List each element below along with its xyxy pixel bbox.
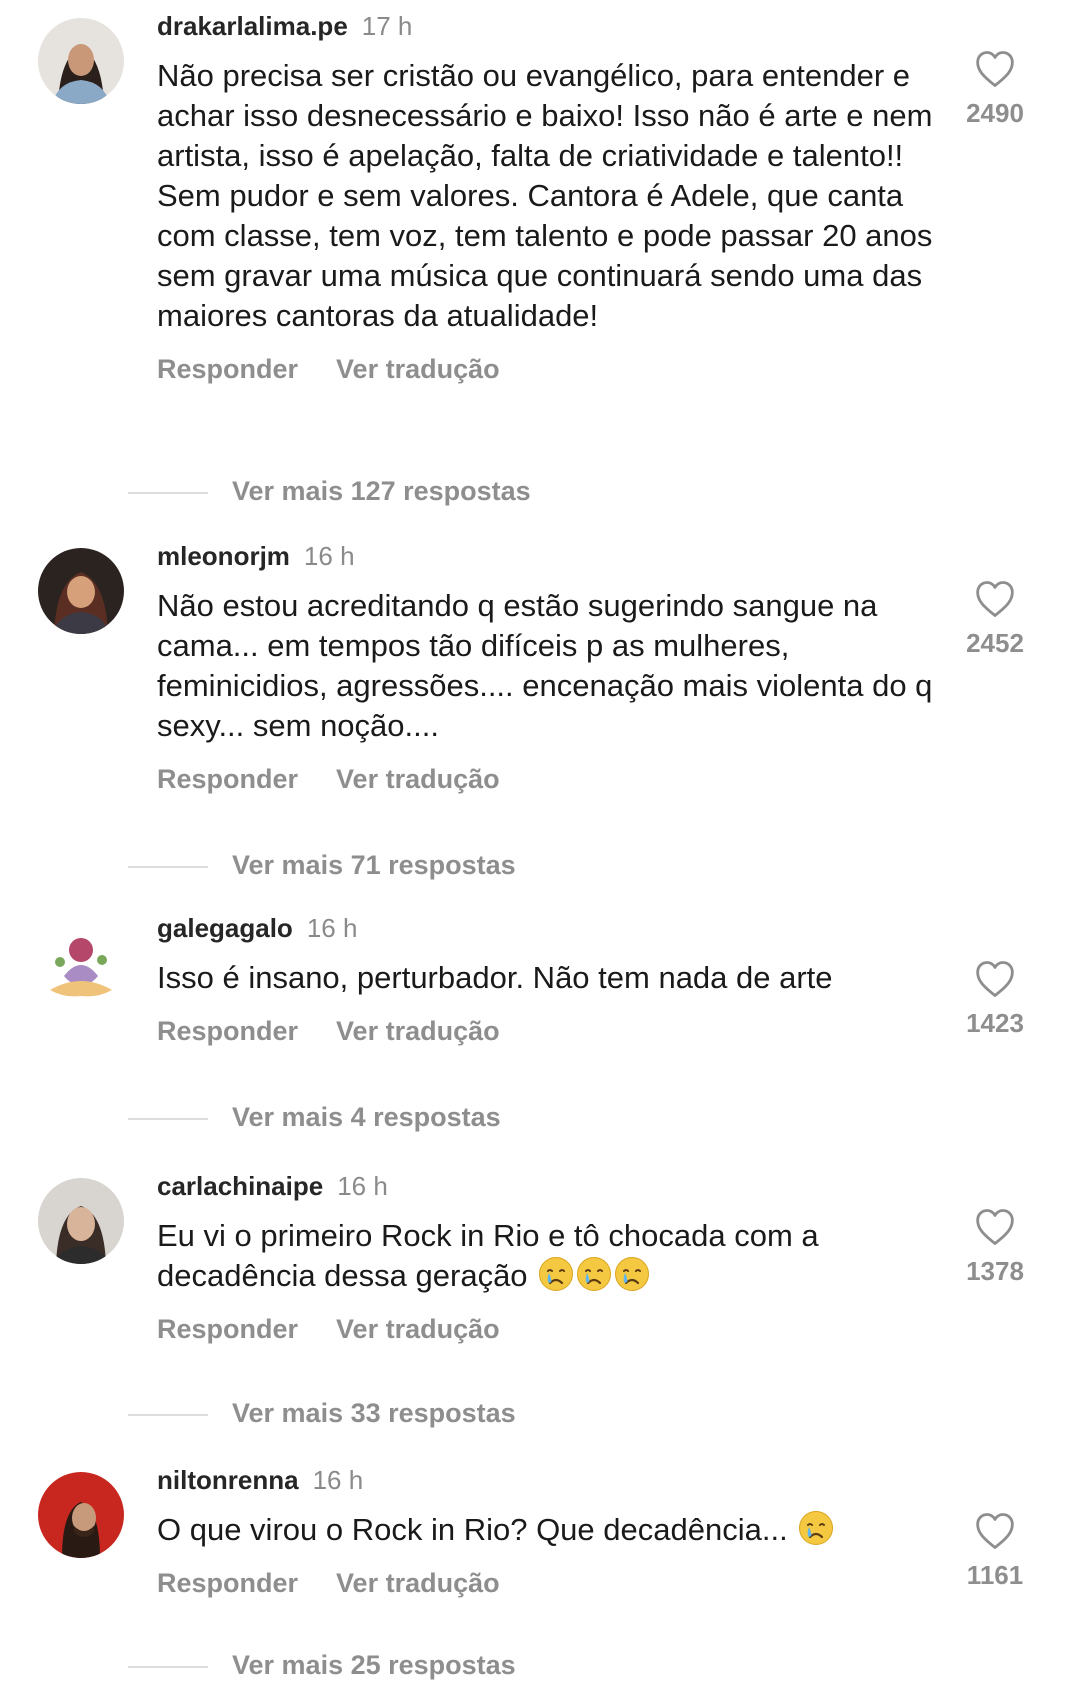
reply-button[interactable]: Responder: [157, 764, 298, 795]
timestamp: 16 h: [306, 913, 358, 943]
like-button[interactable]: 1423: [950, 960, 1040, 1039]
view-replies-label: Ver mais 33 respostas: [232, 1398, 516, 1428]
like-count: 1378: [966, 1256, 1024, 1286]
username[interactable]: galegagalo: [157, 913, 293, 943]
heart-icon: [975, 1208, 1015, 1246]
reply-button[interactable]: Responder: [157, 1568, 298, 1599]
view-replies-label: Ver mais 71 respostas: [232, 850, 516, 880]
username[interactable]: drakarlalima.pe: [157, 11, 348, 41]
translate-button[interactable]: Ver tradução: [336, 1568, 500, 1599]
timestamp: 16 h: [337, 1171, 388, 1201]
avatar-image: [38, 920, 124, 1006]
reply-button[interactable]: Responder: [157, 354, 298, 385]
replies-divider: [128, 491, 208, 494]
like-button[interactable]: 2452: [950, 580, 1040, 659]
heart-icon: [975, 580, 1015, 618]
like-count: 1423: [966, 1008, 1024, 1038]
crying-face-icon: [798, 1510, 834, 1546]
reply-button[interactable]: Responder: [157, 1314, 298, 1345]
replies-divider: [128, 1665, 208, 1668]
timestamp: 16 h: [312, 1465, 364, 1495]
username[interactable]: carlachinaipe: [157, 1171, 323, 1201]
avatar[interactable]: [38, 18, 124, 104]
replies-divider: [128, 1413, 208, 1416]
comment-text: Isso é insano, perturbador. Não tem nada…: [157, 960, 833, 995]
username[interactable]: mleonorjm: [157, 541, 290, 571]
crying-face-icon: [614, 1256, 650, 1292]
comment-text: Eu vi o primeiro Rock in Rio e tô chocad…: [157, 1216, 947, 1296]
comment-text-body: O que virou o Rock in Rio? Que decadênci…: [157, 1512, 788, 1547]
heart-icon: [975, 960, 1015, 998]
crying-face-icon: [576, 1256, 612, 1292]
translate-button[interactable]: Ver tradução: [336, 1314, 500, 1345]
replies-divider: [128, 865, 208, 868]
like-button[interactable]: 2490: [950, 50, 1040, 129]
translate-button[interactable]: Ver tradução: [336, 764, 500, 795]
view-replies-label: Ver mais 4 respostas: [232, 1102, 501, 1132]
translate-button[interactable]: Ver tradução: [336, 1016, 500, 1047]
avatar[interactable]: [38, 1472, 124, 1558]
reply-button[interactable]: Responder: [157, 1016, 298, 1047]
translate-button[interactable]: Ver tradução: [336, 354, 500, 385]
view-replies-button[interactable]: Ver mais 127 respostas: [128, 476, 531, 507]
avatar-image: [38, 1178, 124, 1264]
like-count: 1161: [966, 1560, 1024, 1590]
crying-face-icon: [538, 1256, 574, 1292]
like-button[interactable]: 1161: [950, 1512, 1040, 1591]
view-replies-button[interactable]: Ver mais 71 respostas: [128, 850, 516, 881]
avatar-image: [38, 1472, 124, 1558]
avatar[interactable]: [38, 920, 124, 1006]
avatar[interactable]: [38, 1178, 124, 1264]
timestamp: 16 h: [303, 541, 355, 571]
avatar[interactable]: [38, 548, 124, 634]
like-count: 2452: [966, 628, 1024, 658]
avatar-image: [38, 548, 124, 634]
username[interactable]: niltonrenna: [157, 1465, 299, 1495]
heart-icon: [975, 50, 1015, 88]
timestamp: 17 h: [361, 11, 413, 41]
comment-text: Não estou acreditando q estão sugerindo …: [157, 588, 933, 743]
view-replies-button[interactable]: Ver mais 25 respostas: [128, 1650, 516, 1681]
replies-divider: [128, 1117, 208, 1120]
comment-text-body: Eu vi o primeiro Rock in Rio e tô chocad…: [157, 1218, 819, 1293]
view-replies-label: Ver mais 127 respostas: [232, 476, 531, 506]
like-count: 2490: [966, 98, 1024, 128]
like-button[interactable]: 1378: [950, 1208, 1040, 1287]
comment-text: O que virou o Rock in Rio? Que decadênci…: [157, 1510, 947, 1550]
view-replies-button[interactable]: Ver mais 4 respostas: [128, 1102, 501, 1133]
avatar-image: [38, 18, 124, 104]
view-replies-label: Ver mais 25 respostas: [232, 1650, 516, 1680]
comment-text: Não precisa ser cristão ou evangélico, p…: [157, 58, 933, 333]
view-replies-button[interactable]: Ver mais 33 respostas: [128, 1398, 516, 1429]
heart-icon: [975, 1512, 1015, 1550]
